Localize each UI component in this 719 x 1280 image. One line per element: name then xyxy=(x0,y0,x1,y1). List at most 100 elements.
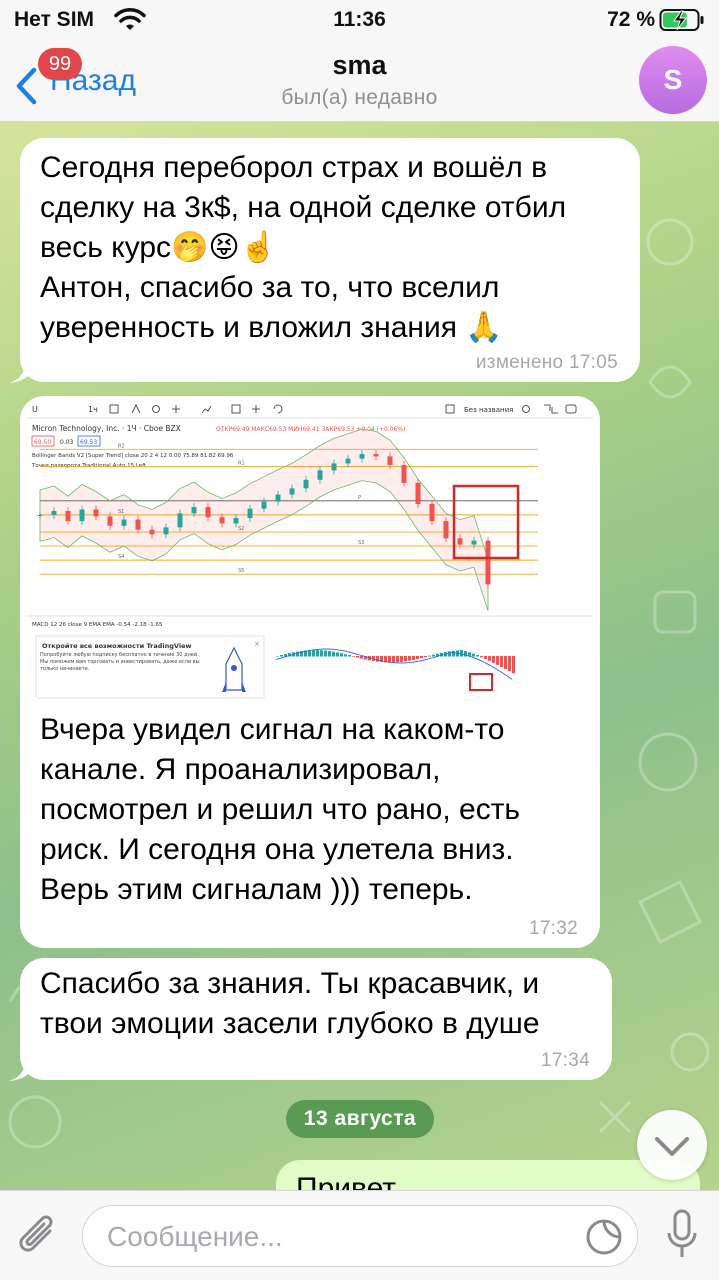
message-text: Сегодня переборол страх и вошёл в сделку… xyxy=(40,151,567,344)
tv-buy-price[interactable]: 69.53 xyxy=(80,439,97,446)
macd-bar xyxy=(356,656,359,658)
macd-bar xyxy=(316,650,319,657)
tv-symbol-short: U xyxy=(32,405,38,414)
message-edited-time: изменено 17:05 xyxy=(475,352,618,373)
macd-bar xyxy=(280,655,283,657)
candle xyxy=(331,463,337,471)
incoming-message[interactable]: Спасибо за знания. Ты красавчик, и твои … xyxy=(20,958,612,1080)
macd-bar xyxy=(500,656,503,667)
macd-bar xyxy=(352,656,355,657)
candle xyxy=(261,501,267,509)
message-time: 17:34 xyxy=(540,1050,590,1071)
candle xyxy=(233,518,239,524)
candle xyxy=(79,509,85,522)
candle xyxy=(275,494,281,502)
bubble-tail xyxy=(8,358,38,383)
macd-bar xyxy=(448,651,451,657)
pivot-label: R1 xyxy=(238,461,245,467)
macd-bar xyxy=(388,656,391,663)
macd-bar xyxy=(452,650,455,657)
macd-bar xyxy=(508,656,511,672)
message-text: Вчера увидел сигнал на каком-то канале. … xyxy=(40,713,521,906)
candle xyxy=(93,509,99,517)
candle xyxy=(317,470,323,480)
status-bar: Нет SIM 11:36 72 % xyxy=(0,0,719,42)
chevron-down-icon xyxy=(655,1137,689,1156)
macd-bar xyxy=(412,656,415,660)
candle xyxy=(37,514,43,517)
scroll-to-bottom-button[interactable] xyxy=(637,1110,707,1180)
candle xyxy=(163,527,169,535)
candle xyxy=(345,458,351,464)
tv-symbol-title: Micron Technology, Inc. · 1Ч · Cboe BZX xyxy=(32,424,181,433)
candle xyxy=(107,516,113,526)
macd-bar xyxy=(336,652,339,657)
macd-highlight-box xyxy=(469,673,493,691)
chart-screenshot-photo[interactable]: U 1ч Без названия Micron Technology, Inc… xyxy=(26,400,594,700)
pivot-label: S5 xyxy=(238,568,244,574)
macd-bar xyxy=(492,656,495,663)
candle xyxy=(65,510,71,522)
candle xyxy=(219,517,225,524)
candle xyxy=(247,508,253,518)
macd-bar xyxy=(416,656,419,660)
macd-bar xyxy=(460,650,463,657)
candle xyxy=(485,540,491,585)
candle xyxy=(401,464,407,483)
candle xyxy=(429,503,435,522)
candle xyxy=(121,519,127,526)
candle xyxy=(51,510,57,515)
candle xyxy=(205,507,211,518)
sticker-icon[interactable] xyxy=(585,1218,623,1261)
candle xyxy=(471,540,477,545)
pivot-label: S3 xyxy=(358,540,364,546)
macd-bar xyxy=(360,656,363,659)
candle xyxy=(303,479,309,489)
paperclip-icon[interactable] xyxy=(16,1211,62,1266)
candle xyxy=(177,513,183,528)
macd-bar xyxy=(344,654,347,657)
promo-title: Откройте все возможности TradingView xyxy=(42,642,191,650)
message-input-bar xyxy=(0,1190,719,1280)
macd-bar xyxy=(512,656,515,674)
candle xyxy=(289,488,295,495)
macd-bar xyxy=(428,655,431,657)
candle xyxy=(457,538,463,545)
tv-sell-price[interactable]: 69.50 xyxy=(34,439,51,446)
tv-interval: 1ч xyxy=(88,405,98,414)
macd-bar xyxy=(396,656,399,663)
pivot-label: R2 xyxy=(118,443,125,449)
incoming-message[interactable]: Сегодня переборол страх и вошёл в сделку… xyxy=(20,138,640,382)
macd-bar xyxy=(324,650,327,657)
macd-bar xyxy=(312,650,315,657)
avatar[interactable]: S xyxy=(639,46,707,114)
message-field[interactable] xyxy=(82,1205,638,1267)
tv-bollinger-label: Bollinger Bands V2 [Super Trend] close 2… xyxy=(32,453,234,459)
tv-layout-name: Без названия xyxy=(464,406,513,414)
macd-bar xyxy=(488,656,491,661)
pivot-label: P xyxy=(358,495,361,501)
chat-title[interactable]: sma xyxy=(0,50,719,81)
bubble-tail xyxy=(8,1056,38,1081)
promo-body: Попробуйте любую подписку бесплатно в те… xyxy=(40,652,200,672)
tradingview-promo-card[interactable]: Откройте все возможности TradingView Поп… xyxy=(35,635,265,699)
macd-bar xyxy=(496,656,499,665)
macd-bar xyxy=(432,654,435,657)
macd-bar xyxy=(376,656,379,662)
macd-bar xyxy=(328,651,331,657)
macd-bar xyxy=(348,655,351,657)
microphone-icon[interactable] xyxy=(667,1209,697,1266)
macd-bar xyxy=(476,655,479,657)
macd-bar xyxy=(332,651,335,657)
macd-bar xyxy=(400,656,403,662)
macd-bar xyxy=(480,656,483,658)
incoming-photo-message[interactable]: U 1ч Без названия Micron Technology, Inc… xyxy=(20,396,600,948)
candle xyxy=(387,456,393,465)
promo-close-icon[interactable]: × xyxy=(254,640,260,648)
date-separator: 13 августа xyxy=(286,1100,434,1138)
message-input[interactable] xyxy=(107,1218,567,1256)
last-seen-status: был(а) недавно xyxy=(281,86,438,109)
candle xyxy=(135,519,141,530)
chat-header: Назад 99 sma был(а) недавно S xyxy=(0,42,719,122)
message-text: Спасибо за знания. Ты красавчик, и твои … xyxy=(40,967,540,1040)
